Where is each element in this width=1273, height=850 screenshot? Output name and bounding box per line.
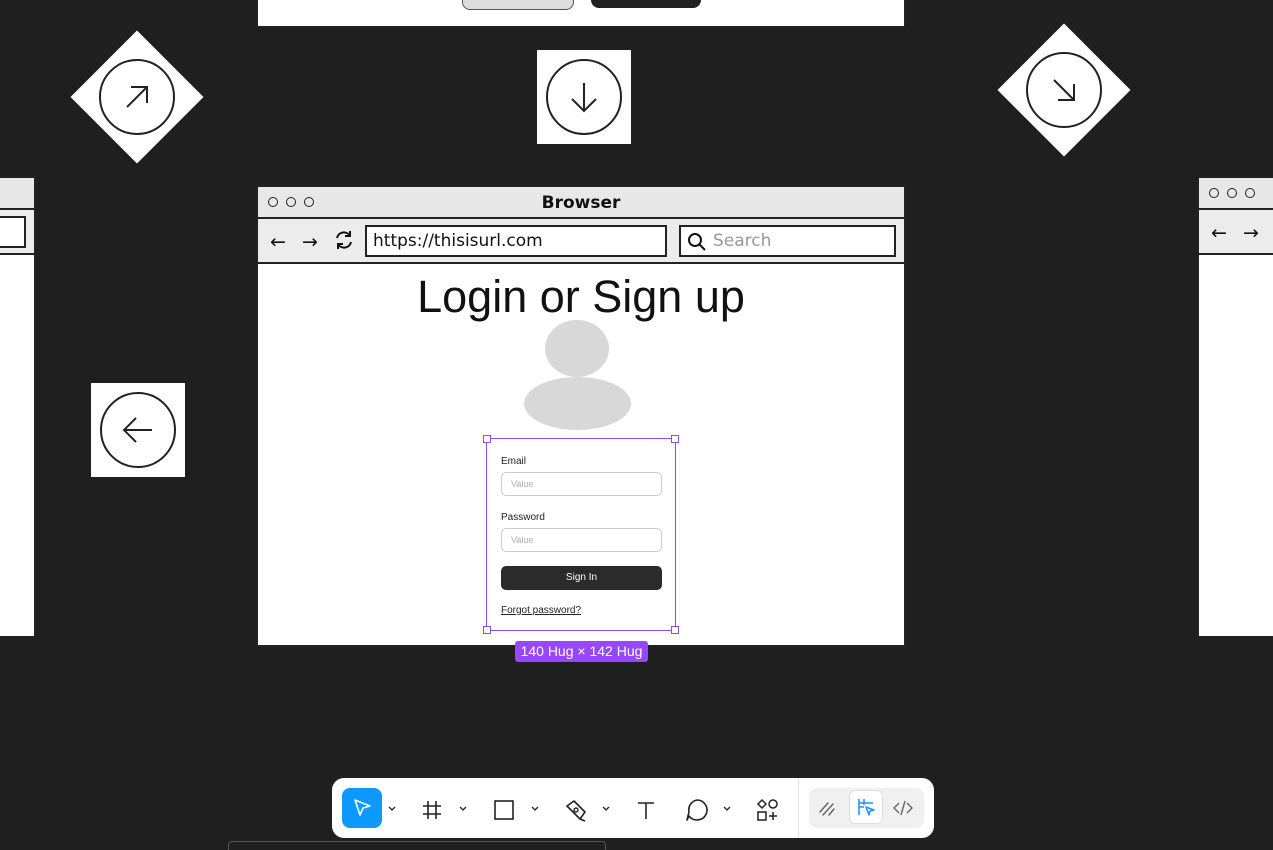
right-frame-titlebar <box>1199 178 1273 210</box>
resize-handle-top-left[interactable] <box>483 435 491 443</box>
search-placeholder: Search <box>713 231 772 251</box>
resize-handle-bottom-right[interactable] <box>671 626 679 634</box>
rectangle-tool-button[interactable] <box>488 794 520 826</box>
page-title: Login or Sign up <box>417 271 745 322</box>
comment-tool-button[interactable] <box>681 794 713 826</box>
browser-title: Browser <box>541 193 621 213</box>
url-field[interactable]: https://thisisurl.com <box>365 225 667 257</box>
chevron-down-icon[interactable] <box>529 801 541 817</box>
rectangle-icon <box>494 800 514 820</box>
selection-size-badge: 140 Hug × 142 Hug <box>515 641 648 662</box>
pen-tool-button[interactable] <box>560 794 592 826</box>
pen-icon <box>566 800 586 822</box>
frame-tool-button[interactable] <box>416 794 448 826</box>
mode-switcher <box>809 788 924 828</box>
back-arrow-icon: ← <box>1211 222 1227 244</box>
wireframe-frame-right[interactable]: ← → <box>1197 176 1273 638</box>
toolbar-divider <box>798 778 799 838</box>
left-frame-search-box <box>0 216 26 248</box>
design-icon <box>858 799 875 816</box>
avatar-body <box>524 377 631 430</box>
forward-arrow-icon[interactable]: → <box>302 231 318 253</box>
arrow-tile-up-right[interactable] <box>70 30 204 164</box>
arrow-tile-left[interactable] <box>91 383 185 477</box>
dev-mode-button[interactable] <box>887 792 919 824</box>
forward-arrow-icon: → <box>1243 222 1259 244</box>
browser-navbar: ← → https://thisisurl.com Search <box>258 219 904 264</box>
window-controls-icon <box>1209 188 1255 198</box>
left-frame-navbar <box>0 210 34 255</box>
back-arrow-icon[interactable]: ← <box>270 231 286 253</box>
design-mode-button[interactable] <box>849 790 883 824</box>
bottom-toolbar <box>332 778 934 838</box>
chevron-down-icon[interactable] <box>457 801 469 817</box>
avatar-head <box>545 320 609 377</box>
cursor-icon <box>354 799 371 816</box>
left-frame-titlebar <box>0 178 34 210</box>
resize-handle-bottom-left[interactable] <box>483 626 491 634</box>
text-icon <box>638 802 654 819</box>
password-label: Password <box>501 512 545 523</box>
email-label: Email <box>501 456 527 467</box>
search-field[interactable]: Search <box>679 225 896 257</box>
arrow-down-right-icon <box>1026 52 1102 128</box>
text-tool-button[interactable] <box>630 794 662 826</box>
arrow-up-right-icon <box>99 59 175 135</box>
chevron-down-icon[interactable] <box>600 801 612 817</box>
arrow-tile-down[interactable] <box>537 50 631 144</box>
wireframe-button-primary <box>591 0 701 8</box>
right-frame-navbar: ← → <box>1199 210 1273 255</box>
wireframe-frame-top[interactable] <box>256 0 906 28</box>
comment-icon <box>686 799 708 821</box>
draw-mode-button[interactable] <box>811 792 843 824</box>
frame-icon <box>423 801 441 819</box>
chevron-down-icon[interactable] <box>386 801 398 817</box>
email-field[interactable]: Value <box>501 472 662 496</box>
arrow-down-icon <box>546 59 622 135</box>
search-icon <box>687 232 707 257</box>
wireframe-button-secondary <box>462 0 574 10</box>
refresh-icon[interactable] <box>333 229 355 256</box>
sign-in-button[interactable]: Sign In <box>501 566 662 590</box>
shapes-plus-icon <box>756 798 778 821</box>
chevron-down-icon[interactable] <box>721 801 733 817</box>
wireframe-frame-left[interactable] <box>0 176 36 638</box>
password-field[interactable]: Value <box>501 528 662 552</box>
resize-handle-top-right[interactable] <box>671 435 679 443</box>
browser-titlebar: Browser <box>258 187 904 219</box>
code-icon <box>893 800 913 816</box>
draw-icon <box>819 802 835 816</box>
login-form[interactable]: Email Value Password Value Sign In Forgo… <box>483 435 679 634</box>
arrow-tile-down-right[interactable] <box>997 23 1131 157</box>
arrow-left-icon <box>100 392 176 468</box>
move-tool-button[interactable] <box>342 788 382 828</box>
forgot-password-link[interactable]: Forgot password? <box>501 605 581 616</box>
actions-tool-button[interactable] <box>752 794 784 826</box>
